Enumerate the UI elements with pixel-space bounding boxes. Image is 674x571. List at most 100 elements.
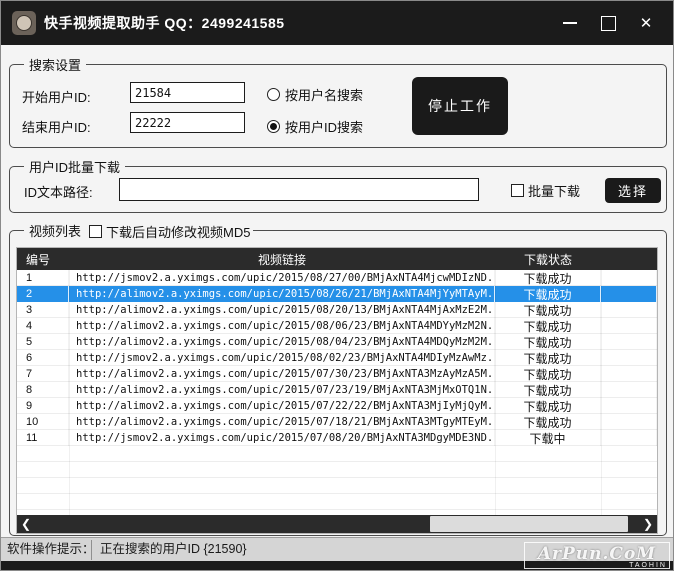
- table-header: 编号 视频链接 下载状态: [17, 248, 657, 270]
- stop-work-button[interactable]: 停止工作: [412, 77, 508, 135]
- table-row[interactable]: 4http://alimov2.a.yximgs.com/upic/2015/0…: [17, 318, 657, 334]
- row-number: 8: [17, 382, 69, 398]
- md5-checkbox-icon: [89, 225, 102, 238]
- row-video-url: http://alimov2.a.yximgs.com/upic/2015/08…: [69, 286, 495, 302]
- row-download-status: 下载中: [495, 430, 601, 446]
- app-icon: [12, 11, 36, 35]
- close-icon: ✕: [640, 14, 653, 32]
- minimize-button[interactable]: [557, 10, 583, 36]
- video-list-group: 视频列表 下载后自动修改视频MD5 编号 视频链接 下载状态 1http://j…: [9, 230, 667, 536]
- radio-search-by-username[interactable]: 按用户名搜索: [267, 85, 363, 104]
- radio-userid-icon: [267, 120, 280, 133]
- column-header-status[interactable]: 下载状态: [495, 248, 601, 270]
- row-extra-cell: [601, 430, 657, 446]
- row-video-url: http://alimov2.a.yximgs.com/upic/2015/07…: [69, 398, 495, 414]
- table-row[interactable]: 6http://jsmov2.a.yximgs.com/upic/2015/08…: [17, 350, 657, 366]
- row-extra-cell: [601, 334, 657, 350]
- md5-checkbox[interactable]: 下载后自动修改视频MD5: [86, 222, 253, 241]
- row-download-status: 下载成功: [495, 382, 601, 398]
- scroll-left-arrow-icon[interactable]: ❮: [17, 515, 35, 533]
- row-download-status: 下载成功: [495, 350, 601, 366]
- table-row[interactable]: 9http://alimov2.a.yximgs.com/upic/2015/0…: [17, 398, 657, 414]
- table-row[interactable]: 7http://alimov2.a.yximgs.com/upic/2015/0…: [17, 366, 657, 382]
- table-row[interactable]: 1http://jsmov2.a.yximgs.com/upic/2015/08…: [17, 270, 657, 286]
- row-video-url: http://alimov2.a.yximgs.com/upic/2015/07…: [69, 414, 495, 430]
- row-video-url: http://jsmov2.a.yximgs.com/upic/2015/07/…: [69, 430, 495, 446]
- row-video-url: http://jsmov2.a.yximgs.com/upic/2015/08/…: [69, 350, 495, 366]
- status-bar: 软件操作提示： 正在搜索的用户ID {21590}: [1, 537, 673, 561]
- row-number: 3: [17, 302, 69, 318]
- column-header-url[interactable]: 视频链接: [69, 248, 495, 270]
- row-download-status: 下载成功: [495, 414, 601, 430]
- radio-search-by-userid[interactable]: 按用户ID搜索: [267, 117, 363, 136]
- md5-checkbox-label: 下载后自动修改视频MD5: [106, 222, 250, 241]
- start-userid-label: 开始用户ID:: [22, 87, 91, 106]
- row-extra-cell: [601, 286, 657, 302]
- start-userid-input[interactable]: [130, 82, 245, 103]
- row-video-url: http://alimov2.a.yximgs.com/upic/2015/07…: [69, 366, 495, 382]
- maximize-icon: [601, 16, 616, 31]
- status-bar-message: 正在搜索的用户ID {21590}: [100, 538, 247, 562]
- row-download-status: 下载成功: [495, 270, 601, 286]
- window-title: 快手视频提取助手 QQ：2499241585: [44, 1, 285, 45]
- table-row[interactable]: 8http://alimov2.a.yximgs.com/upic/2015/0…: [17, 382, 657, 398]
- batch-download-group: 用户ID批量下载 ID文本路径: 批量下载 选择: [9, 166, 667, 213]
- search-settings-group: 搜索设置 开始用户ID: 结束用户ID: 按用户名搜索 按用户ID搜索 停止工作: [9, 64, 667, 148]
- row-download-status: 下载成功: [495, 334, 601, 350]
- row-number: 9: [17, 398, 69, 414]
- app-logo-icon: [16, 15, 32, 31]
- batch-download-checkbox-label: 批量下载: [528, 181, 580, 200]
- end-userid-input[interactable]: [130, 112, 245, 133]
- title-bar: 快手视频提取助手 QQ：2499241585 ✕: [1, 1, 673, 45]
- radio-username-icon: [267, 88, 280, 101]
- batch-download-legend: 用户ID批量下载: [24, 157, 125, 176]
- bottom-strip: [1, 561, 673, 571]
- table-row[interactable]: 10http://alimov2.a.yximgs.com/upic/2015/…: [17, 414, 657, 430]
- minimize-icon: [563, 22, 577, 24]
- end-userid-label: 结束用户ID:: [22, 117, 91, 136]
- row-extra-cell: [601, 302, 657, 318]
- row-number: 2: [17, 286, 69, 302]
- id-path-label: ID文本路径:: [24, 182, 93, 201]
- select-button[interactable]: 选择: [605, 178, 661, 203]
- table-row[interactable]: 2http://alimov2.a.yximgs.com/upic/2015/0…: [17, 286, 657, 302]
- row-download-status: 下载成功: [495, 398, 601, 414]
- row-number: 6: [17, 350, 69, 366]
- scroll-right-arrow-icon[interactable]: ❯: [639, 515, 657, 533]
- row-video-url: http://alimov2.a.yximgs.com/upic/2015/08…: [69, 302, 495, 318]
- close-button[interactable]: ✕: [633, 10, 659, 36]
- horizontal-scrollbar[interactable]: ❮ ❯: [17, 515, 657, 533]
- status-bar-separator: [91, 540, 92, 560]
- status-bar-label: 软件操作提示：: [7, 538, 95, 562]
- table-row[interactable]: 5http://alimov2.a.yximgs.com/upic/2015/0…: [17, 334, 657, 350]
- column-header-no[interactable]: 编号: [17, 248, 69, 270]
- row-video-url: http://alimov2.a.yximgs.com/upic/2015/08…: [69, 318, 495, 334]
- row-extra-cell: [601, 366, 657, 382]
- radio-userid-label: 按用户ID搜索: [285, 117, 363, 136]
- batch-download-checkbox-icon: [511, 184, 524, 197]
- row-download-status: 下载成功: [495, 318, 601, 334]
- row-extra-cell: [601, 270, 657, 286]
- table-row[interactable]: 11http://jsmov2.a.yximgs.com/upic/2015/0…: [17, 430, 657, 446]
- row-number: 7: [17, 366, 69, 382]
- column-header-extra: [601, 248, 657, 270]
- row-number: 11: [17, 430, 69, 446]
- maximize-button[interactable]: [595, 10, 621, 36]
- window-controls: ✕: [557, 1, 659, 45]
- search-settings-legend: 搜索设置: [24, 55, 86, 74]
- row-download-status: 下载成功: [495, 286, 601, 302]
- scrollbar-thumb[interactable]: [430, 516, 628, 532]
- row-number: 4: [17, 318, 69, 334]
- id-path-input[interactable]: [119, 178, 479, 201]
- batch-download-checkbox[interactable]: 批量下载: [508, 181, 583, 200]
- row-download-status: 下载成功: [495, 302, 601, 318]
- row-extra-cell: [601, 318, 657, 334]
- table-body: 1http://jsmov2.a.yximgs.com/upic/2015/08…: [17, 270, 657, 515]
- radio-username-label: 按用户名搜索: [285, 85, 363, 104]
- row-number: 10: [17, 414, 69, 430]
- table-row[interactable]: 3http://alimov2.a.yximgs.com/upic/2015/0…: [17, 302, 657, 318]
- video-list-legend: 视频列表: [24, 221, 86, 240]
- video-table: 编号 视频链接 下载状态 1http://jsmov2.a.yximgs.com…: [16, 247, 658, 534]
- app-window: 快手视频提取助手 QQ：2499241585 ✕ 搜索设置 开始用户ID: 结束…: [0, 0, 674, 571]
- row-extra-cell: [601, 398, 657, 414]
